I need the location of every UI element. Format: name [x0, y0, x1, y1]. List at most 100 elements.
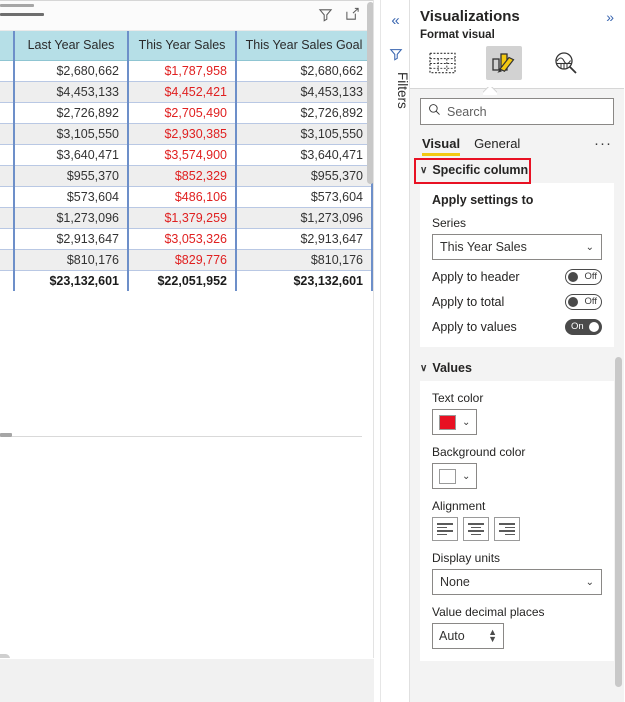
row-stub[interactable]: [0, 249, 15, 271]
display-units-dropdown[interactable]: None ⌄: [432, 569, 602, 595]
cell-last-year-sales[interactable]: $2,680,662: [14, 60, 129, 82]
alignment-options: [432, 517, 602, 541]
cell-this-year-sales[interactable]: $1,787,958: [128, 60, 237, 82]
text-color-picker[interactable]: ⌄: [432, 409, 478, 435]
table-row[interactable]: $3,105,550 $2,930,385 $3,105,550: [0, 123, 373, 145]
specific-column-header[interactable]: ∨ Specific column: [410, 157, 624, 183]
row-stub[interactable]: [0, 207, 15, 229]
table-row[interactable]: $2,680,662 $1,787,958 $2,680,662: [0, 60, 373, 82]
row-stub[interactable]: [0, 102, 15, 124]
total-this-year-sales-goal[interactable]: $23,132,601: [236, 270, 373, 291]
table-total-row[interactable]: $23,132,601 $22,051,952 $23,132,601: [0, 270, 373, 291]
background-color-picker[interactable]: ⌄: [432, 463, 478, 489]
row-stub[interactable]: [0, 123, 15, 145]
total-this-year-sales[interactable]: $22,051,952: [128, 270, 237, 291]
cell-this-year-sales-goal[interactable]: $810,176: [236, 249, 373, 271]
cell-this-year-sales[interactable]: $3,574,900: [128, 144, 237, 166]
table-row[interactable]: $573,604 $486,106 $573,604: [0, 186, 373, 208]
build-visual-icon[interactable]: [424, 46, 460, 80]
series-dropdown[interactable]: This Year Sales ⌄: [432, 234, 602, 260]
table-row[interactable]: $2,913,647 $3,053,326 $2,913,647: [0, 228, 373, 250]
apply-to-values-toggle[interactable]: On: [565, 319, 602, 335]
focus-mode-icon[interactable]: [345, 7, 360, 22]
row-stub[interactable]: [0, 144, 15, 166]
row-stub[interactable]: [0, 165, 15, 187]
table-row[interactable]: $4,453,133 $4,452,421 $4,453,133: [0, 81, 373, 103]
analytics-icon[interactable]: [548, 46, 584, 80]
chevron-down-icon: ⌄: [585, 576, 594, 588]
cell-this-year-sales[interactable]: $852,329: [128, 165, 237, 187]
visual-drag-handle-top[interactable]: [0, 4, 34, 7]
row-stub[interactable]: [0, 186, 15, 208]
matrix-visual[interactable]: Last Year Sales This Year Sales This Yea…: [0, 31, 373, 291]
align-right-button[interactable]: [494, 517, 520, 541]
cell-last-year-sales[interactable]: $2,726,892: [14, 102, 129, 124]
cell-this-year-sales-goal[interactable]: $2,913,647: [236, 228, 373, 250]
row-stub[interactable]: [0, 81, 15, 103]
cell-this-year-sales-goal[interactable]: $955,370: [236, 165, 373, 187]
cell-this-year-sales[interactable]: $486,106: [128, 186, 237, 208]
stepper-arrows-icon[interactable]: ▲ ▼: [488, 628, 497, 644]
tabs-overflow-icon[interactable]: ···: [594, 135, 612, 157]
table-row[interactable]: $810,176 $829,776 $810,176: [0, 249, 373, 271]
visual-drag-handle[interactable]: [0, 13, 44, 16]
series-selected-value: This Year Sales: [440, 240, 527, 254]
column-header-stub[interactable]: [0, 31, 15, 61]
tab-general[interactable]: General: [474, 136, 520, 156]
canvas-right-rule: [373, 0, 374, 660]
cell-last-year-sales[interactable]: $3,105,550: [14, 123, 129, 145]
align-left-button[interactable]: [432, 517, 458, 541]
cell-this-year-sales[interactable]: $829,776: [128, 249, 237, 271]
cell-last-year-sales[interactable]: $2,913,647: [14, 228, 129, 250]
row-stub[interactable]: [0, 60, 15, 82]
cell-this-year-sales-goal[interactable]: $4,453,133: [236, 81, 373, 103]
tab-visual[interactable]: Visual: [422, 136, 461, 156]
cell-this-year-sales-goal[interactable]: $2,680,662: [236, 60, 373, 82]
cell-this-year-sales-goal[interactable]: $3,640,471: [236, 144, 373, 166]
column-header-this-year-sales[interactable]: This Year Sales: [128, 31, 237, 61]
column-header-this-year-sales-goal[interactable]: This Year Sales Goal: [236, 31, 373, 61]
filter-icon[interactable]: [381, 40, 410, 68]
search-input[interactable]: [447, 104, 606, 119]
row-stub[interactable]: [0, 228, 15, 250]
cell-last-year-sales[interactable]: $1,273,096: [14, 207, 129, 229]
filter-icon[interactable]: [318, 7, 333, 22]
cell-this-year-sales-goal[interactable]: $3,105,550: [236, 123, 373, 145]
chevron-double-right-icon[interactable]: »: [606, 9, 614, 25]
cell-last-year-sales[interactable]: $955,370: [14, 165, 129, 187]
report-canvas: Last Year Sales This Year Sales This Yea…: [0, 0, 381, 702]
apply-to-total-row: Apply to total Off: [432, 294, 602, 310]
column-header-last-year-sales[interactable]: Last Year Sales: [14, 31, 129, 61]
cell-this-year-sales[interactable]: $3,053,326: [128, 228, 237, 250]
visual-header-toolbar: [0, 0, 374, 31]
filters-pane-label[interactable]: Filters: [381, 72, 410, 109]
cell-this-year-sales[interactable]: $4,452,421: [128, 81, 237, 103]
align-center-button[interactable]: [463, 517, 489, 541]
value-decimal-places-stepper[interactable]: Auto ▲ ▼: [432, 623, 504, 649]
chevron-double-left-icon[interactable]: «: [381, 8, 410, 32]
cell-this-year-sales[interactable]: $2,930,385: [128, 123, 237, 145]
table-row[interactable]: $955,370 $852,329 $955,370: [0, 165, 373, 187]
cell-this-year-sales-goal[interactable]: $1,273,096: [236, 207, 373, 229]
values-section-header[interactable]: ∨ Values: [410, 355, 624, 381]
cell-last-year-sales[interactable]: $573,604: [14, 186, 129, 208]
format-pane-scrollbar[interactable]: [615, 357, 622, 687]
total-last-year-sales[interactable]: $23,132,601: [14, 270, 129, 291]
table-row[interactable]: $2,726,892 $2,705,490 $2,726,892: [0, 102, 373, 124]
table-row[interactable]: $1,273,096 $1,379,259 $1,273,096: [0, 207, 373, 229]
canvas-section-handle[interactable]: [0, 433, 12, 437]
cell-this-year-sales-goal[interactable]: $573,604: [236, 186, 373, 208]
cell-last-year-sales[interactable]: $3,640,471: [14, 144, 129, 166]
background-color-label: Background color: [432, 445, 526, 459]
apply-to-header-toggle[interactable]: Off: [565, 269, 602, 285]
cell-last-year-sales[interactable]: $4,453,133: [14, 81, 129, 103]
cell-this-year-sales[interactable]: $1,379,259: [128, 207, 237, 229]
format-visual-icon[interactable]: [486, 46, 522, 80]
search-box[interactable]: [420, 98, 614, 125]
table-row[interactable]: $3,640,471 $3,574,900 $3,640,471: [0, 144, 373, 166]
cell-last-year-sales[interactable]: $810,176: [14, 249, 129, 271]
cell-this-year-sales-goal[interactable]: $2,726,892: [236, 102, 373, 124]
row-stub[interactable]: [0, 270, 15, 291]
cell-this-year-sales[interactable]: $2,705,490: [128, 102, 237, 124]
apply-to-total-toggle[interactable]: Off: [565, 294, 602, 310]
